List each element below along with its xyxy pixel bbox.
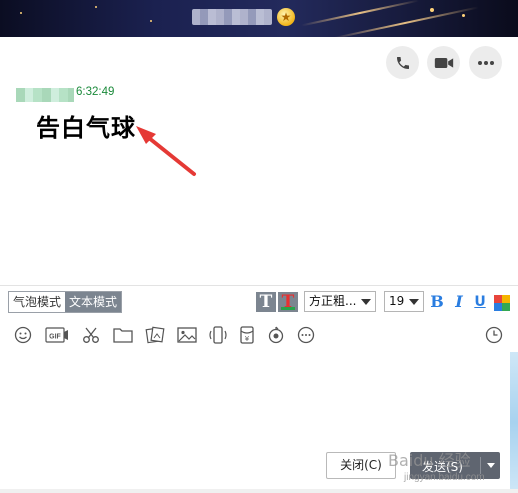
color-swatch	[494, 295, 502, 303]
contact-name-blurred	[192, 9, 272, 25]
mode-toggle: 气泡模式 文本模式	[8, 291, 123, 313]
italic-button[interactable]: I	[451, 292, 467, 312]
gif-button[interactable]: GIF	[44, 325, 70, 345]
voice-button[interactable]	[265, 325, 287, 345]
color-swatch	[494, 303, 502, 311]
video-call-button[interactable]	[427, 46, 460, 79]
watermark-url: jingyan.baidu.com	[404, 472, 485, 483]
font-family-value: 方正粗...	[309, 294, 357, 308]
message-input[interactable]	[0, 352, 508, 444]
svg-text:¥: ¥	[245, 335, 250, 343]
screenshot-button[interactable]	[80, 325, 102, 345]
color-swatch	[502, 303, 510, 311]
chevron-down-icon	[361, 299, 371, 305]
phone-icon	[396, 56, 409, 69]
history-clock-icon	[485, 326, 503, 344]
font-size-value: 19	[389, 294, 405, 308]
decor-streak	[331, 6, 479, 37]
bold-button[interactable]: B	[429, 292, 445, 312]
watermark-text: Baidu 经验	[388, 451, 471, 470]
text-mode-button[interactable]: 文本模式	[65, 292, 122, 312]
window-titlebar[interactable]: ★	[0, 0, 518, 37]
voice-icon	[268, 326, 284, 344]
gallery-icon	[145, 326, 165, 344]
gallery-button[interactable]	[144, 325, 166, 345]
send-options-chevron-down-icon[interactable]	[487, 463, 495, 468]
decor-light	[462, 14, 465, 17]
more-tools-button[interactable]	[295, 325, 317, 345]
image-button[interactable]	[176, 325, 198, 345]
color-swatch	[502, 295, 510, 303]
message-history-button[interactable]	[483, 325, 505, 345]
decor-light	[430, 8, 434, 12]
voice-call-button[interactable]	[386, 46, 419, 79]
close-button[interactable]: 关闭(C)	[326, 452, 396, 479]
bubble-mode-button[interactable]: 气泡模式	[9, 292, 66, 312]
text-style-button[interactable]: T	[256, 292, 276, 312]
color-bar	[281, 307, 295, 310]
bottom-edge	[0, 489, 518, 493]
scroll-strip	[510, 352, 518, 493]
more-icon	[477, 60, 494, 65]
chevron-down-icon	[409, 299, 419, 305]
font-family-select[interactable]: 方正粗...	[304, 291, 376, 312]
red-packet-button[interactable]: ¥	[236, 325, 258, 345]
video-icon	[434, 57, 453, 68]
vip-star-icon: ★	[277, 8, 295, 26]
annotation-arrow-icon	[136, 126, 196, 176]
decor-light	[95, 6, 97, 8]
screenshot-scissors-icon	[83, 327, 99, 343]
decor-light	[20, 12, 22, 14]
red-packet-icon: ¥	[240, 326, 254, 344]
folder-icon	[113, 328, 133, 343]
underline-button[interactable]: U	[472, 292, 488, 312]
gif-icon: GIF	[45, 327, 68, 343]
message-text[interactable]: 告白气球	[36, 108, 136, 143]
emoji-button[interactable]	[12, 325, 34, 345]
more-tools-icon	[297, 326, 315, 344]
image-icon	[177, 327, 197, 343]
shake-icon	[209, 326, 227, 344]
color-picker-icon[interactable]	[494, 295, 510, 311]
svg-text:GIF: GIF	[49, 334, 61, 341]
message-time: 6:32:49	[76, 86, 115, 98]
decor-light	[150, 20, 152, 22]
text-color-button[interactable]: T	[278, 292, 298, 312]
shake-button[interactable]	[207, 325, 229, 345]
file-button[interactable]	[112, 325, 134, 345]
more-options-button[interactable]	[469, 46, 502, 79]
input-divider	[0, 285, 518, 286]
text-style-icon: T	[259, 292, 273, 312]
font-size-select[interactable]: 19	[384, 291, 424, 312]
emoji-icon	[14, 326, 32, 344]
sender-name-blurred	[16, 88, 74, 102]
